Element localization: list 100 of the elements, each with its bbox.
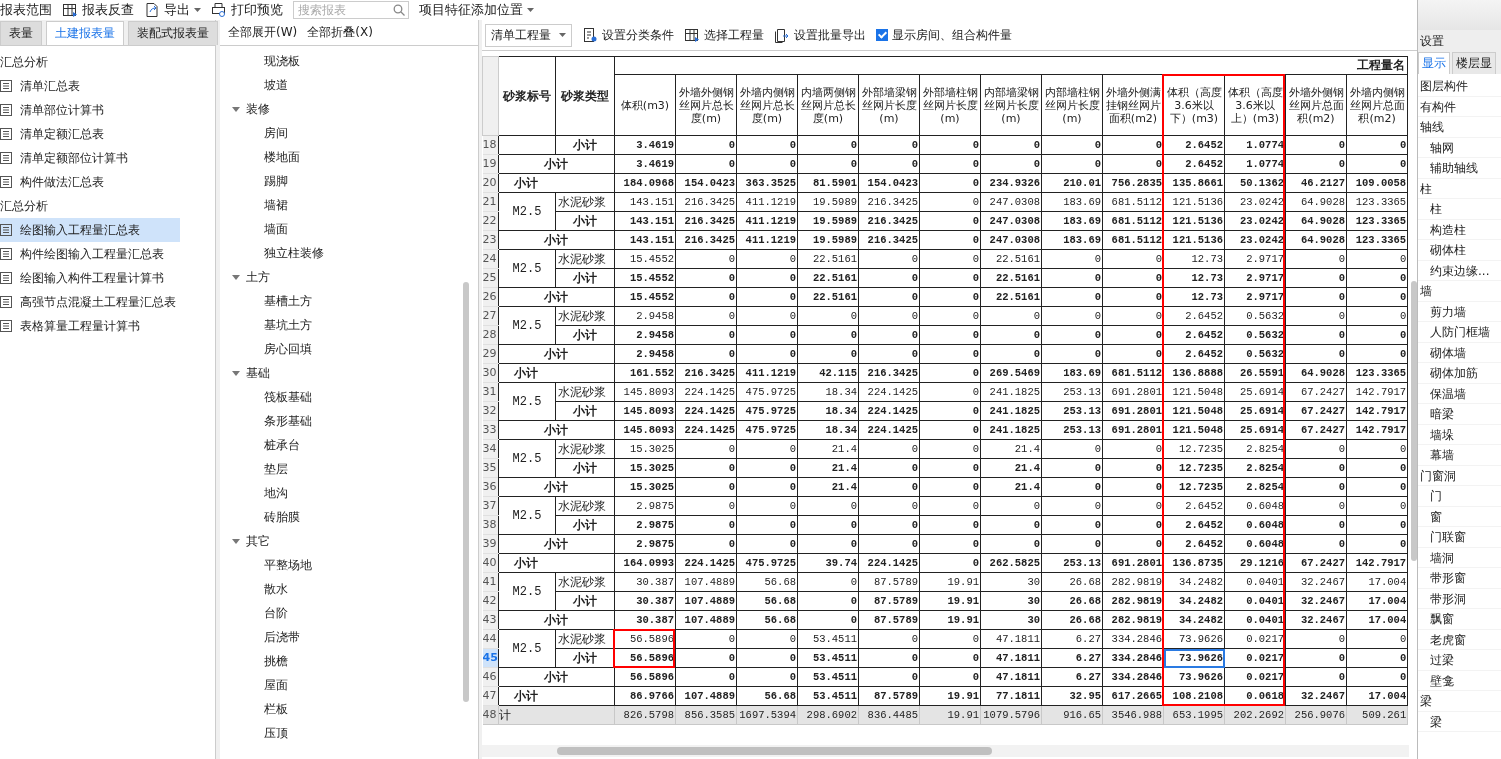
tree-item[interactable]: 砌体柱 — [1418, 240, 1501, 261]
column-header[interactable]: 砂浆类型 — [555, 56, 615, 136]
tree-item[interactable]: 柱 — [1418, 178, 1501, 199]
tree-item[interactable]: 暗梁 — [1418, 404, 1501, 425]
toolbar-button[interactable]: 设置分类条件 — [582, 26, 674, 44]
tree-item[interactable]: 人防门框墙 — [1418, 322, 1501, 343]
tree-item[interactable]: 房心回填 — [220, 337, 478, 361]
tree-item[interactable]: 墙垛 — [1418, 424, 1501, 445]
tree-item[interactable]: 条形基础 — [220, 409, 478, 433]
tree-item[interactable]: 高强节点混凝土工程量汇总表 — [0, 290, 180, 314]
toolbar-button[interactable]: 设置批量导出 — [774, 26, 866, 44]
tree-item[interactable]: 幕墙 — [1418, 445, 1501, 466]
tree-item[interactable]: 房间 — [220, 121, 478, 145]
tree-item[interactable]: 梁 — [1418, 691, 1501, 712]
tree-item[interactable]: 构造柱 — [1418, 219, 1501, 240]
tree-item[interactable]: 图层构件 — [1418, 76, 1501, 97]
tree-item[interactable]: 有构件 — [1418, 96, 1501, 117]
tree-item[interactable]: 清单定额汇总表 — [0, 122, 180, 146]
tree-item[interactable]: 过梁 — [1418, 650, 1501, 671]
tree-item[interactable]: 砌体墙 — [1418, 342, 1501, 363]
column-header[interactable]: 体积（高度3.6米以下）(m3) — [1163, 74, 1225, 136]
tree-group-label[interactable]: 汇总分析 — [0, 50, 215, 74]
tree-group[interactable]: 装修 — [220, 97, 478, 121]
checkbox[interactable] — [876, 29, 888, 41]
column-header[interactable]: 外部墙柱钢丝网片长度(m) — [919, 74, 981, 136]
scrollbar[interactable] — [1411, 281, 1417, 561]
tree-item[interactable]: 壁龛 — [1418, 670, 1501, 691]
tree-item[interactable]: 地沟 — [220, 481, 478, 505]
tree-item[interactable]: 剪力墙 — [1418, 301, 1501, 322]
tree-item[interactable]: 挑檐 — [220, 649, 478, 673]
column-header[interactable]: 外部墙梁钢丝网片长度(m) — [858, 74, 920, 136]
button[interactable]: 全部折叠(X) — [307, 24, 373, 41]
column-header[interactable]: 外墙内侧钢丝网片总面积(m2) — [1346, 74, 1408, 136]
tree-item[interactable]: 绘图输入工程量汇总表 — [0, 218, 180, 242]
column-header[interactable]: 体积（高度3.6米以上）(m3) — [1224, 74, 1286, 136]
checkbox-label[interactable]: 显示房间、组合构件量 — [892, 26, 1012, 44]
tree-item[interactable]: 门 — [1418, 486, 1501, 507]
menu-button[interactable]: 导出 — [144, 1, 201, 19]
tree-item[interactable]: 墙 — [1418, 281, 1501, 302]
tree-item[interactable]: 屋面 — [220, 673, 478, 697]
scrollbar[interactable] — [557, 747, 992, 755]
tab[interactable]: 土建报表量 — [46, 21, 124, 45]
scrollbar[interactable] — [463, 282, 469, 702]
column-header[interactable]: 外墙内侧钢丝网片总长度(m) — [736, 74, 798, 136]
tree-item[interactable]: 辅助轴线 — [1418, 158, 1501, 179]
tab[interactable]: 楼层显 — [1452, 52, 1496, 74]
tree-item[interactable]: 轴网 — [1418, 137, 1501, 158]
tree-item[interactable]: 飘窗 — [1418, 609, 1501, 630]
tree-item[interactable]: 踢脚 — [220, 169, 478, 193]
tree-item[interactable]: 表格算量工程量计算书 — [0, 314, 180, 338]
toolbar-button[interactable]: 选择工程量 — [684, 26, 764, 44]
tree-item[interactable]: 构件绘图输入工程量汇总表 — [0, 242, 180, 266]
tab[interactable]: 装配式报表量 — [128, 21, 218, 45]
tree-item[interactable]: 带形洞 — [1418, 588, 1501, 609]
tree-item[interactable]: 栏板 — [220, 697, 478, 721]
tree-item[interactable]: 门联窗 — [1418, 527, 1501, 548]
dropdown[interactable]: 清单工程量 — [485, 23, 572, 47]
tree-item[interactable]: 清单定额部位计算书 — [0, 146, 180, 170]
toolbar-button[interactable]: 报表反查 — [62, 1, 134, 19]
menu-button[interactable]: 项目特征添加位置 — [419, 1, 534, 19]
tree-item[interactable]: 墙面 — [220, 217, 478, 241]
button[interactable]: 全部展开(W) — [228, 24, 298, 41]
tree-item[interactable]: 现浇板 — [220, 49, 478, 73]
tree-item[interactable]: 楼地面 — [220, 145, 478, 169]
tree-item[interactable]: 门窗洞 — [1418, 465, 1501, 486]
tree-item[interactable]: 桩承台 — [220, 433, 478, 457]
column-header[interactable]: 体积(m3) — [614, 74, 676, 136]
column-header[interactable]: 砂浆标号 — [498, 56, 556, 136]
column-header[interactable]: 内部墙梁钢丝网片长度(m) — [980, 74, 1042, 136]
tree-item[interactable]: 平整场地 — [220, 553, 478, 577]
tree-item[interactable]: 散水 — [220, 577, 478, 601]
tree-item[interactable]: 老虎窗 — [1418, 629, 1501, 650]
column-header[interactable]: 内墙两侧钢丝网片总长度(m) — [797, 74, 859, 136]
tree-group[interactable]: 其它 — [220, 529, 478, 553]
tree-item[interactable]: 窗 — [1418, 506, 1501, 527]
tree-item[interactable]: 压顶 — [220, 721, 478, 745]
tab[interactable]: 表量 — [0, 21, 42, 45]
toolbar-button[interactable]: 打印预览 — [211, 1, 283, 19]
tree-item[interactable]: 墙洞 — [1418, 547, 1501, 568]
tree-item[interactable]: 独立柱装修 — [220, 241, 478, 265]
tree-item[interactable]: 台阶 — [220, 601, 478, 625]
tree-item[interactable]: 梁 — [1418, 711, 1501, 732]
tree-item[interactable]: 基坑土方 — [220, 313, 478, 337]
column-header[interactable]: 外墙外侧钢丝网片总面积(m2) — [1285, 74, 1347, 136]
tree-item[interactable]: 砖胎膜 — [220, 505, 478, 529]
tree-item[interactable]: 构件做法汇总表 — [0, 170, 180, 194]
tree-group-label[interactable]: 汇总分析 — [0, 194, 215, 218]
tree-item[interactable]: 约束边缘... — [1418, 260, 1501, 281]
tree-item[interactable]: 坡道 — [220, 73, 478, 97]
tree-item[interactable]: 带形窗 — [1418, 568, 1501, 589]
toolbar-button[interactable]: 报表范围 — [0, 1, 52, 19]
tree-item[interactable]: 砌体加筋 — [1418, 363, 1501, 384]
tree-item[interactable]: 保温墙 — [1418, 383, 1501, 404]
tree-item[interactable]: 清单汇总表 — [0, 74, 180, 98]
tree-item[interactable]: 后浇带 — [220, 625, 478, 649]
tree-group[interactable]: 土方 — [220, 265, 478, 289]
tree-group[interactable]: 基础 — [220, 361, 478, 385]
column-header[interactable]: 外墙外侧钢丝网片总长度(m) — [675, 74, 737, 136]
tab[interactable]: 显示 — [1418, 52, 1450, 74]
tree-item[interactable]: 筏板基础 — [220, 385, 478, 409]
